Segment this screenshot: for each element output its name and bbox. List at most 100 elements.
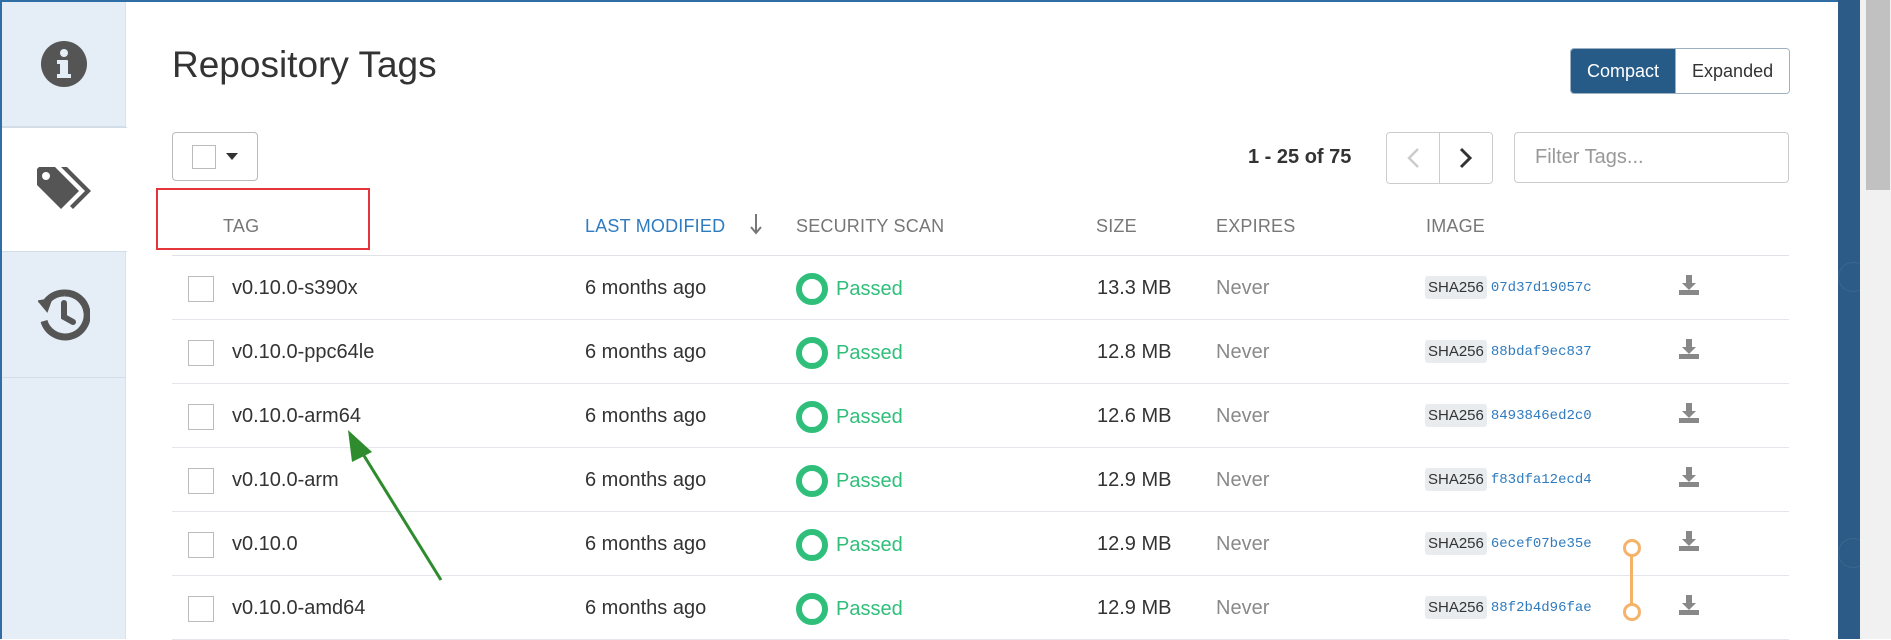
sha-hash[interactable]: 8493846ed2c0 bbox=[1491, 408, 1592, 424]
download-icon[interactable] bbox=[1678, 530, 1700, 552]
view-toggle: Compact Expanded bbox=[1570, 48, 1791, 94]
select-all-checkbox[interactable] bbox=[192, 144, 216, 169]
sidebar-item-info[interactable] bbox=[2, 2, 126, 127]
image-digest[interactable]: SHA256 88bdaf9ec837 bbox=[1425, 340, 1592, 363]
passed-icon bbox=[796, 593, 828, 625]
sha-label: SHA256 bbox=[1425, 596, 1487, 619]
tag-name[interactable]: v0.10.0-s390x bbox=[232, 277, 358, 300]
expires-value: Never bbox=[1216, 597, 1270, 619]
previous-page-button[interactable] bbox=[1387, 133, 1439, 183]
expanded-view-button[interactable]: Expanded bbox=[1675, 49, 1790, 93]
sha-label: SHA256 bbox=[1425, 276, 1487, 299]
scan-label: Passed bbox=[836, 533, 903, 556]
column-header-last-modified[interactable]: LAST MODIFIED bbox=[585, 216, 725, 237]
info-icon bbox=[41, 41, 87, 87]
image-digest[interactable]: SHA256 6ecef07be35e bbox=[1425, 532, 1592, 555]
sidebar-item-history[interactable] bbox=[2, 253, 126, 378]
size-value: 12.9 MB bbox=[1097, 533, 1172, 555]
security-scan-status[interactable]: Passed bbox=[796, 593, 903, 625]
last-modified-value: 6 months ago bbox=[585, 533, 707, 555]
download-icon[interactable] bbox=[1678, 594, 1700, 616]
size-value: 12.6 MB bbox=[1097, 405, 1172, 427]
download-icon[interactable] bbox=[1678, 274, 1700, 296]
download-icon[interactable] bbox=[1678, 402, 1700, 424]
filter-tags-input[interactable] bbox=[1514, 132, 1789, 183]
table-row: v0.10.0-ppc64le 6 months ago Passed 12.8… bbox=[172, 320, 1789, 384]
column-header-image[interactable]: IMAGE bbox=[1426, 216, 1485, 237]
shared-image-link-dot[interactable] bbox=[1623, 603, 1641, 621]
sha-hash[interactable]: 6ecef07be35e bbox=[1491, 536, 1592, 552]
scrollbar-thumb[interactable] bbox=[1866, 0, 1890, 190]
row-checkbox[interactable] bbox=[188, 276, 214, 302]
sidebar bbox=[2, 2, 127, 639]
scan-label: Passed bbox=[836, 277, 903, 300]
image-digest[interactable]: SHA256 07d37d19057c bbox=[1425, 276, 1592, 299]
passed-icon bbox=[796, 273, 828, 305]
tag-name[interactable]: v0.10.0-arm64 bbox=[232, 405, 361, 428]
chevron-down-icon bbox=[226, 153, 238, 160]
size-value: 12.9 MB bbox=[1097, 469, 1172, 491]
pager bbox=[1386, 132, 1493, 184]
security-scan-status[interactable]: Passed bbox=[796, 465, 903, 497]
security-scan-status[interactable]: Passed bbox=[796, 273, 903, 305]
tag-name[interactable]: v0.10.0-ppc64le bbox=[232, 341, 374, 364]
tag-name[interactable]: v0.10.0 bbox=[232, 533, 298, 556]
scan-label: Passed bbox=[836, 469, 903, 492]
expires-value: Never bbox=[1216, 405, 1270, 427]
row-checkbox[interactable] bbox=[188, 596, 214, 622]
last-modified-value: 6 months ago bbox=[585, 597, 707, 619]
table-header: TAG LAST MODIFIED SECURITY SCAN SIZE EXP… bbox=[156, 188, 1789, 256]
sha-hash[interactable]: 88f2b4d96fae bbox=[1491, 600, 1592, 616]
security-scan-status[interactable]: Passed bbox=[796, 401, 903, 433]
size-value: 12.9 MB bbox=[1097, 597, 1172, 619]
scan-label: Passed bbox=[836, 597, 903, 620]
security-scan-status[interactable]: Passed bbox=[796, 529, 903, 561]
sha-label: SHA256 bbox=[1425, 404, 1487, 427]
image-digest[interactable]: SHA256 8493846ed2c0 bbox=[1425, 404, 1592, 427]
image-digest[interactable]: SHA256 88f2b4d96fae bbox=[1425, 596, 1592, 619]
scrollbar[interactable] bbox=[1860, 0, 1891, 639]
tag-name[interactable]: v0.10.0-arm bbox=[232, 469, 339, 492]
sidebar-item-tags[interactable] bbox=[2, 127, 127, 252]
tag-name[interactable]: v0.10.0-amd64 bbox=[232, 597, 365, 620]
sha-label: SHA256 bbox=[1425, 468, 1487, 491]
row-checkbox[interactable] bbox=[188, 404, 214, 430]
download-icon[interactable] bbox=[1678, 466, 1700, 488]
image-digest[interactable]: SHA256 f83dfa12ecd4 bbox=[1425, 468, 1592, 491]
shared-image-link-dot[interactable] bbox=[1623, 539, 1641, 557]
sha-label: SHA256 bbox=[1425, 532, 1487, 555]
row-checkbox[interactable] bbox=[188, 532, 214, 558]
column-header-size[interactable]: SIZE bbox=[1096, 216, 1137, 237]
row-checkbox[interactable] bbox=[188, 468, 214, 494]
select-all-dropdown[interactable] bbox=[172, 132, 258, 181]
sha-hash[interactable]: f83dfa12ecd4 bbox=[1491, 472, 1592, 488]
page-title: Repository Tags bbox=[172, 44, 437, 85]
security-scan-status[interactable]: Passed bbox=[796, 337, 903, 369]
shared-image-link-line bbox=[1630, 551, 1633, 607]
expires-value: Never bbox=[1216, 533, 1270, 555]
expires-value: Never bbox=[1216, 469, 1270, 491]
table-row: v0.10.0 6 months ago Passed 12.9 MB Neve… bbox=[172, 512, 1789, 576]
row-checkbox[interactable] bbox=[188, 340, 214, 366]
last-modified-value: 6 months ago bbox=[585, 405, 707, 427]
paging-text: 1 - 25 of 75 bbox=[1248, 146, 1352, 168]
compact-view-button[interactable]: Compact bbox=[1571, 49, 1676, 93]
last-modified-value: 6 months ago bbox=[585, 341, 707, 363]
download-icon[interactable] bbox=[1678, 338, 1700, 360]
tags-icon bbox=[36, 166, 91, 209]
annotation-highlight-box bbox=[156, 188, 370, 250]
next-page-button[interactable] bbox=[1439, 133, 1492, 183]
last-modified-value: 6 months ago bbox=[585, 469, 707, 491]
column-header-security-scan[interactable]: SECURITY SCAN bbox=[796, 216, 944, 237]
sha-hash[interactable]: 88bdaf9ec837 bbox=[1491, 344, 1592, 360]
table-row: v0.10.0-s390x 6 months ago Passed 13.3 M… bbox=[172, 256, 1789, 320]
column-header-expires[interactable]: EXPIRES bbox=[1216, 216, 1295, 237]
passed-icon bbox=[796, 465, 828, 497]
passed-icon bbox=[796, 529, 828, 561]
column-header-tag[interactable]: TAG bbox=[223, 216, 259, 237]
passed-icon bbox=[796, 401, 828, 433]
scan-label: Passed bbox=[836, 405, 903, 428]
passed-icon bbox=[796, 337, 828, 369]
sha-hash[interactable]: 07d37d19057c bbox=[1491, 280, 1592, 296]
chevron-right-icon bbox=[1459, 147, 1473, 169]
